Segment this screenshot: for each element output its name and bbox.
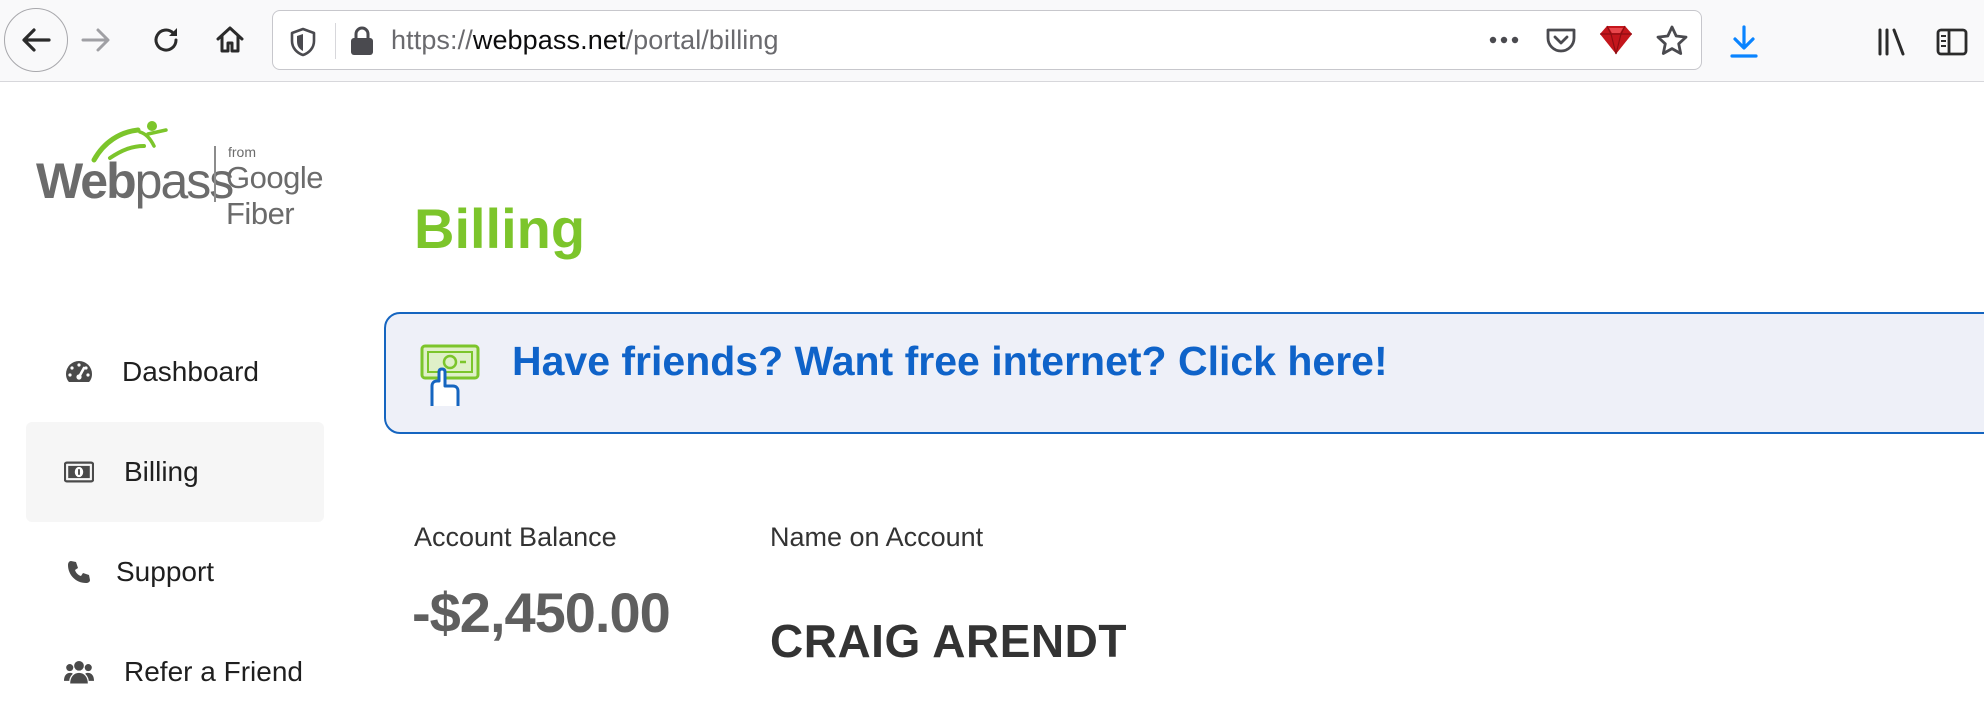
hand-money-icon <box>416 342 482 413</box>
library-icon <box>1875 26 1909 58</box>
money-bill-icon <box>64 458 94 486</box>
account-balance-label: Account Balance <box>414 522 617 552</box>
reload-button[interactable] <box>146 20 186 60</box>
forward-icon <box>79 25 113 55</box>
logo-brand-light: pass <box>134 153 235 209</box>
sidebar-item-label: Dashboard <box>122 356 259 387</box>
back-button[interactable] <box>4 8 68 72</box>
sidebar-icon <box>1935 26 1969 58</box>
ruby-extension-icon[interactable] <box>1599 23 1633 62</box>
banner-text: Have friends? Want free internet? Click … <box>512 338 1388 384</box>
url-bar[interactable]: https://webpass.net/portal/billing <box>272 10 1702 70</box>
reload-icon <box>150 24 182 56</box>
logo-wordmark: Webpass <box>36 152 235 210</box>
url-text[interactable]: https://webpass.net/portal/billing <box>391 11 779 69</box>
dashboard-gauge-icon <box>64 358 94 386</box>
sidebar-item-label: Refer a Friend <box>124 656 303 687</box>
sidebar-item-label: Billing <box>124 456 199 487</box>
logo-divider <box>214 146 216 202</box>
refer-friend-banner[interactable]: Have friends? Want free internet? Click … <box>384 312 1984 434</box>
pocket-icon[interactable] <box>1545 25 1577 60</box>
phone-icon <box>64 558 94 586</box>
url-scheme: https:// <box>391 25 473 55</box>
url-separator <box>335 23 336 59</box>
download-icon <box>1728 24 1760 60</box>
logo-brand-bold: Web <box>36 153 137 209</box>
home-button[interactable] <box>210 20 250 60</box>
more-icon[interactable] <box>1487 27 1521 58</box>
logo-from-text: from <box>228 144 256 160</box>
shield-icon[interactable] <box>289 27 317 62</box>
url-domain: webpass.net <box>472 25 626 55</box>
sidebar-item-dashboard[interactable]: Dashboard <box>26 322 324 422</box>
account-balance-value: -$2,450.00 <box>412 581 671 644</box>
sidebar-toggle-button[interactable] <box>1930 20 1974 64</box>
browser-toolbar: https://webpass.net/portal/billing <box>0 0 1984 82</box>
library-button[interactable] <box>1870 20 1914 64</box>
name-on-account-label: Name on Account <box>770 522 984 552</box>
sidebar-item-label: Support <box>116 556 215 587</box>
sidebar-item-refer-a-friend[interactable]: Refer a Friend <box>26 622 324 722</box>
home-icon <box>214 24 246 56</box>
name-on-account-value: CRAIG ARENDT <box>770 615 1127 667</box>
sidebar-item-billing[interactable]: Billing <box>26 422 324 522</box>
forward-button[interactable] <box>76 20 116 60</box>
sidebar-item-support[interactable]: Support <box>26 522 324 622</box>
sidebar-nav: Dashboard Billing Support Refer a Friend <box>26 322 324 722</box>
page-title: Billing <box>414 197 586 260</box>
bookmark-star-icon[interactable] <box>1655 24 1689 63</box>
logo-partner-text: Google Fiber <box>226 160 323 231</box>
url-path: /portal/billing <box>625 25 779 55</box>
download-button[interactable] <box>1722 20 1766 64</box>
lock-icon[interactable] <box>349 25 375 62</box>
back-icon <box>19 25 53 55</box>
users-icon <box>64 658 94 686</box>
webpass-logo[interactable]: Webpass from Google Fiber <box>36 120 396 231</box>
